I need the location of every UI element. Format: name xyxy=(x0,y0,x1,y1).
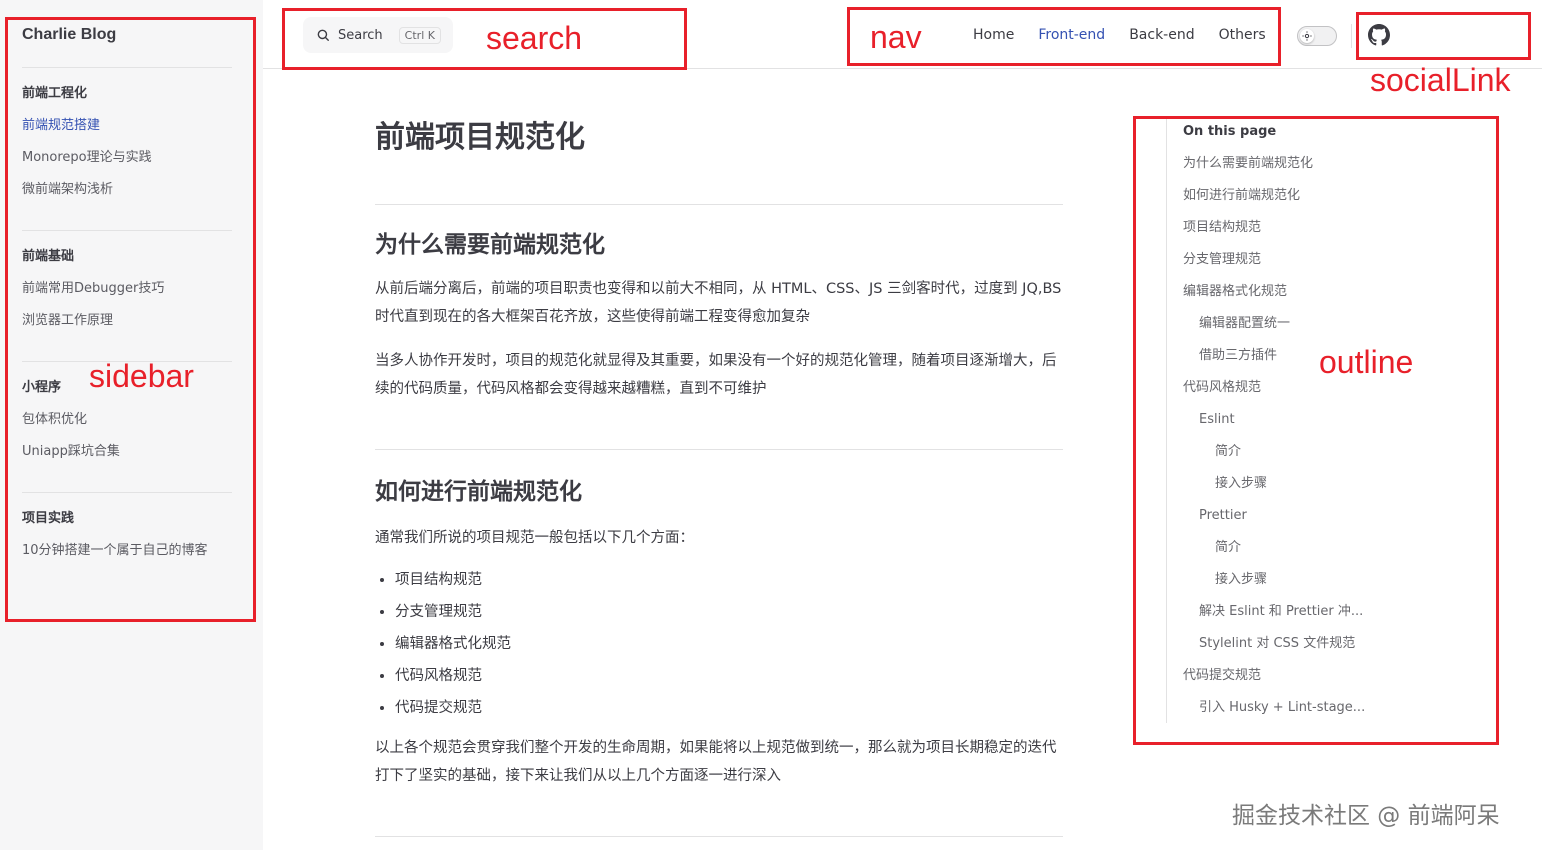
list-item: 分支管理规范 xyxy=(395,596,1065,628)
annotation-label-social-link: socialLink xyxy=(1370,62,1511,98)
list-item: 项目结构规范 xyxy=(395,564,1065,596)
bullet-list: 项目结构规范 分支管理规范 编辑器格式化规范 代码风格规范 代码提交规范 xyxy=(375,564,1065,724)
list-item: 编辑器格式化规范 xyxy=(395,628,1065,660)
list-item: 代码提交规范 xyxy=(395,692,1065,724)
paragraph: 以上各个规范会贯穿我们整个开发的生命周期，如果能将以上规范做到统一，那么就为项目… xyxy=(375,740,1057,784)
topbar-divider xyxy=(1351,24,1352,48)
section-heading: 为什么需要前端规范化 xyxy=(375,232,605,258)
theme-toggle-knob xyxy=(1300,29,1314,43)
paragraph: 从前后端分离后，前端的项目职责也变得和以前大不相同，从 HTML、CSS、JS … xyxy=(375,281,1062,325)
paragraph: 通常我们所说的项目规范一般包括以下几个方面： xyxy=(375,530,694,546)
doc-content: 前端项目规范化 为什么需要前端规范化 从前后端分离后，前端的项目职责也变得和以前… xyxy=(375,100,1065,837)
list-item: 代码风格规范 xyxy=(395,660,1065,692)
annotation-box-search xyxy=(282,8,687,70)
section-heading: 如何进行前端规范化 xyxy=(375,479,582,505)
sun-icon xyxy=(1302,31,1312,41)
annotation-label-search: search xyxy=(486,20,583,56)
watermark: 掘金技术社区 @ 前端阿呆 xyxy=(1232,803,1500,829)
page-title: 前端项目规范化 xyxy=(375,120,585,155)
theme-toggle[interactable] xyxy=(1297,26,1337,46)
section-divider xyxy=(375,204,1063,205)
annotation-label-nav: nav xyxy=(870,19,922,55)
section-divider xyxy=(375,836,1063,837)
section-divider xyxy=(375,449,1063,450)
annotation-box-social-link xyxy=(1356,12,1531,60)
annotation-label-sidebar: sidebar xyxy=(89,358,194,394)
paragraph: 当多人协作开发时，项目的规范化就显得及其重要，如果没有一个好的规范化管理，随着项… xyxy=(375,353,1057,397)
annotation-box-sidebar xyxy=(5,17,256,622)
annotation-label-outline: outline xyxy=(1319,344,1414,380)
annotation-box-outline xyxy=(1133,116,1499,745)
